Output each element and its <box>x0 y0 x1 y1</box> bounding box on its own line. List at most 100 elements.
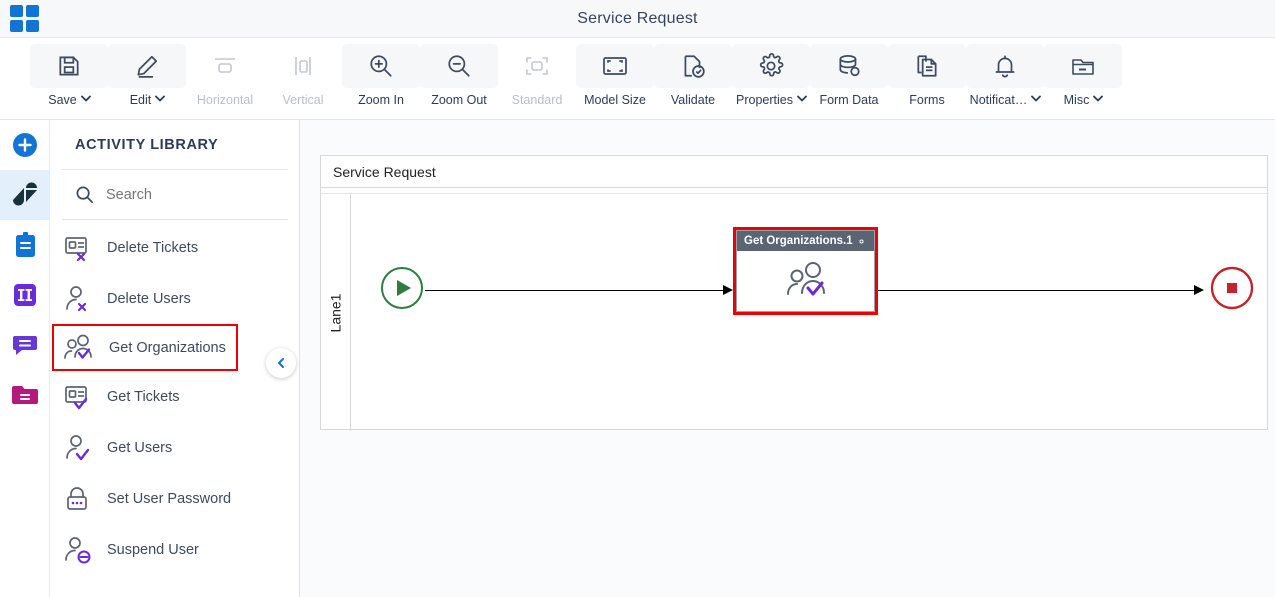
task-node-get-organizations[interactable]: Get Organizations.1 <box>733 227 878 315</box>
process-pool[interactable]: Service Request Lane1 Get Organizations.… <box>320 155 1269 431</box>
clipboard-icon <box>12 231 38 259</box>
toolbar-button-horizontal: Horizontal <box>186 44 264 114</box>
toolbar-button-form-data[interactable]: Form Data <box>810 44 888 114</box>
zoom-out-icon <box>420 44 498 88</box>
gear-icon[interactable] <box>855 235 868 248</box>
toolbar-button-label: Vertical <box>282 93 324 107</box>
title-bar: Service Request <box>0 0 1275 38</box>
toolbar-button-label: Notificat… <box>969 93 1028 107</box>
user-check-icon <box>63 434 93 462</box>
page-title: Service Request <box>577 10 698 27</box>
model-size-icon <box>576 44 654 88</box>
end-event[interactable] <box>1209 265 1255 311</box>
toolbar-button-model-size[interactable]: Model Size <box>576 44 654 114</box>
card-check-icon <box>63 383 93 411</box>
chevron-down-icon <box>155 95 166 104</box>
chat-icon <box>12 332 38 358</box>
validate-icon <box>654 44 732 88</box>
activity-item-get-tickets[interactable]: Get Tickets <box>50 371 299 422</box>
toolbar-button-forms[interactable]: Forms <box>888 44 966 114</box>
lock-password-icon <box>63 485 93 513</box>
user-delete-icon <box>63 285 93 313</box>
sequence-flow-1[interactable] <box>425 290 725 291</box>
activity-item-suspend-user[interactable]: Suspend User <box>50 524 299 575</box>
rail-item-add-button[interactable] <box>0 120 50 170</box>
start-event[interactable] <box>379 265 425 311</box>
chevron-down-icon <box>80 95 91 104</box>
activity-item-delete-tickets[interactable]: Delete Tickets <box>50 222 299 273</box>
pool-title: Service Request <box>321 156 1267 188</box>
folder-icon <box>11 383 38 407</box>
activity-item-label: Delete Users <box>107 290 191 307</box>
toolbar-button-notificat[interactable]: Notificat… <box>966 44 1044 114</box>
lane[interactable]: Lane1 Get Organizations.1 <box>321 193 1269 431</box>
toolbar-button-label: Standard <box>511 93 563 107</box>
rail-item-folder[interactable] <box>0 370 50 420</box>
activity-item-get-organizations[interactable]: Get Organizations <box>52 324 238 371</box>
rail-item-chat[interactable] <box>0 320 50 370</box>
toolbar-button-label: Misc <box>1063 93 1090 107</box>
folder-icon <box>1044 44 1122 88</box>
document-icon <box>888 44 966 88</box>
activity-item-label: Set User Password <box>107 490 232 507</box>
toolbar-button-standard: Standard <box>498 44 576 114</box>
plus-circle-icon <box>11 131 39 159</box>
toolbar-button-properties[interactable]: Properties <box>732 44 810 114</box>
toolbar-button-save[interactable]: Save <box>30 44 108 114</box>
horizontal-icon <box>186 44 264 88</box>
toolbar-button-validate[interactable]: Validate <box>654 44 732 114</box>
toolbar-button-label: Model Size <box>584 93 646 107</box>
toolbar-button-label: Forms <box>909 93 945 107</box>
toolbar-button-label: Form Data <box>819 93 879 107</box>
activity-item-label: Get Tickets <box>107 388 180 405</box>
activity-library-panel: ACTIVITY LIBRARY Delete Tickets Delete U… <box>50 120 300 597</box>
database-icon <box>810 44 888 88</box>
activity-item-get-users[interactable]: Get Users <box>50 422 299 473</box>
activity-item-label: Suspend User <box>107 541 199 558</box>
rail-item-zendesk-connector[interactable] <box>0 170 50 220</box>
vertical-icon <box>264 44 342 88</box>
toolbar-button-vertical: Vertical <box>264 44 342 114</box>
toolbar-button-zoom-in[interactable]: Zoom In <box>342 44 420 114</box>
icon-rail <box>0 120 50 597</box>
chevron-down-icon <box>797 95 807 104</box>
search-input[interactable] <box>106 186 276 203</box>
columns-icon <box>12 282 38 308</box>
toolbar: Save Edit Horizontal Vertical Zoom In Zo… <box>0 38 1275 120</box>
toolbar-button-label: Horizontal <box>196 93 254 107</box>
diagram-canvas[interactable]: Service Request Lane1 Get Organizations.… <box>300 120 1275 597</box>
users-check-icon <box>63 334 95 362</box>
task-label: Get Organizations.1 <box>744 235 853 247</box>
arrowhead-1 <box>723 285 733 295</box>
toolbar-button-label: Zoom In <box>358 93 404 107</box>
gear-icon <box>732 44 810 88</box>
toolbar-button-label: Validate <box>670 93 716 107</box>
toolbar-button-label: Properties <box>736 93 793 107</box>
rail-item-clipboard[interactable] <box>0 220 50 270</box>
sequence-flow-2[interactable] <box>878 290 1196 291</box>
activity-item-set-user-password[interactable]: Set User Password <box>50 473 299 524</box>
toolbar-button-label: Zoom Out <box>431 93 487 107</box>
toolbar-button-label: Edit <box>129 93 152 107</box>
pencil-icon <box>108 44 186 88</box>
toolbar-button-misc[interactable]: Misc <box>1044 44 1122 114</box>
toolbar-button-zoom-out[interactable]: Zoom Out <box>420 44 498 114</box>
search-icon <box>75 185 94 204</box>
toolbar-button-label: Save <box>48 93 77 107</box>
collapse-panel-button[interactable] <box>266 348 296 378</box>
search-row[interactable] <box>62 170 288 220</box>
user-suspend-icon <box>63 536 93 564</box>
card-delete-icon <box>63 234 93 262</box>
lane-label-text: Lane1 <box>327 293 344 332</box>
activity-item-label: Get Users <box>107 439 173 456</box>
activity-item-label: Get Organizations <box>109 339 226 356</box>
toolbar-button-edit[interactable]: Edit <box>108 44 186 114</box>
chevron-down-icon <box>1093 95 1104 104</box>
activity-item-delete-users[interactable]: Delete Users <box>50 273 299 324</box>
activity-item-label: Delete Tickets <box>107 239 199 256</box>
rail-item-columns[interactable] <box>0 270 50 320</box>
arrowhead-2 <box>1194 285 1204 295</box>
standard-icon <box>498 44 576 88</box>
chevron-down-icon <box>1031 95 1042 104</box>
task-icon-users-check <box>737 251 874 311</box>
